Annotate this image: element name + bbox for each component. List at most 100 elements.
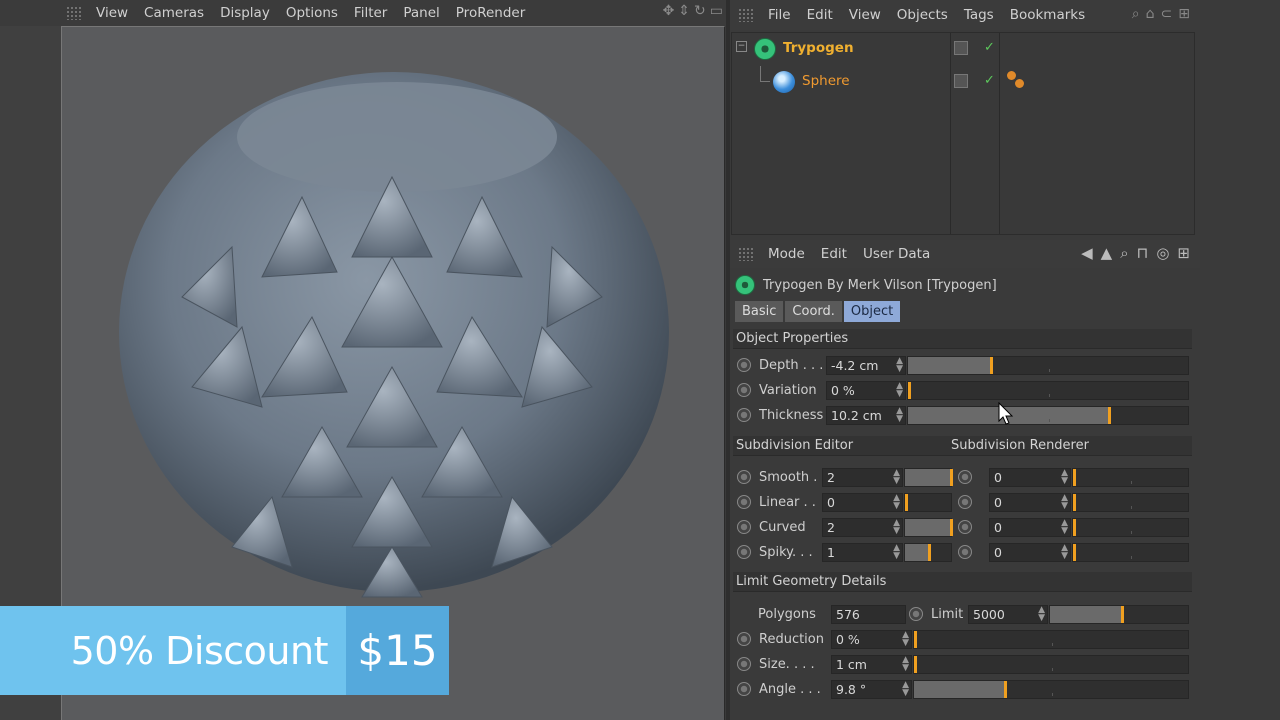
subdivision-editor-heading[interactable]: Subdivision Editor xyxy=(736,438,853,453)
linear-slider[interactable] xyxy=(904,493,952,512)
animate-radio[interactable] xyxy=(737,520,751,534)
animate-radio[interactable] xyxy=(737,682,751,696)
object-row-sphere[interactable]: Sphere ✓ xyxy=(732,66,1194,98)
curved-render-slider[interactable] xyxy=(1072,518,1189,537)
menu-prorender[interactable]: ProRender xyxy=(448,0,533,26)
size-slider[interactable] xyxy=(913,655,1189,674)
menu-bookmarks[interactable]: Bookmarks xyxy=(1002,2,1093,28)
menu-cameras[interactable]: Cameras xyxy=(136,0,212,26)
thickness-slider[interactable] xyxy=(907,406,1189,425)
menu-panel[interactable]: Panel xyxy=(395,0,447,26)
menu-edit[interactable]: Edit xyxy=(813,241,855,267)
menu-view[interactable]: View xyxy=(88,0,136,26)
spiky-render-slider[interactable] xyxy=(1072,543,1189,562)
tab-coord[interactable]: Coord. xyxy=(785,301,842,322)
reduction-slider[interactable] xyxy=(913,630,1189,649)
menu-file[interactable]: File xyxy=(760,2,799,28)
material-tag-icon[interactable] xyxy=(1005,69,1027,91)
grip-icon[interactable] xyxy=(738,8,754,22)
animate-radio[interactable] xyxy=(737,383,751,397)
depth-field[interactable]: -4.2 cm ▲ ▼ xyxy=(826,356,906,375)
spiky-slider[interactable] xyxy=(904,543,952,562)
linear-render-field[interactable]: 0 ▲ ▼ xyxy=(989,493,1071,512)
back-arrow-icon[interactable]: ◀ xyxy=(1081,244,1093,262)
maximize-view-icon[interactable]: ▭ xyxy=(710,3,723,19)
angle-slider[interactable] xyxy=(913,680,1189,699)
grip-icon[interactable] xyxy=(738,247,754,261)
smooth-field[interactable]: 2 ▲ ▼ xyxy=(822,468,903,487)
visibility-toggle[interactable] xyxy=(954,41,968,55)
size-field[interactable]: 1 cm ▲ ▼ xyxy=(831,655,912,674)
angle-field[interactable]: 9.8 ° ▲ ▼ xyxy=(831,680,912,699)
new-panel-icon[interactable]: ⊞ xyxy=(1177,244,1190,262)
object-name[interactable]: Trypogen xyxy=(783,40,854,56)
tab-basic[interactable]: Basic xyxy=(735,301,784,322)
menu-tags[interactable]: Tags xyxy=(956,2,1002,28)
target-icon[interactable]: ◎ xyxy=(1156,244,1169,262)
animate-radio[interactable] xyxy=(737,632,751,646)
linear-field[interactable]: 0 ▲ ▼ xyxy=(822,493,903,512)
search-icon[interactable]: ⌕ xyxy=(1132,6,1140,22)
rotate-view-icon[interactable]: ↻ xyxy=(694,3,706,19)
animate-radio[interactable] xyxy=(737,408,751,422)
search-icon[interactable]: ⌕ xyxy=(1120,244,1128,262)
smooth-render-field[interactable]: 0 ▲ ▼ xyxy=(989,468,1071,487)
menu-edit[interactable]: Edit xyxy=(799,2,841,28)
variation-field[interactable]: 0 % ▲ ▼ xyxy=(826,381,906,400)
menu-user-data[interactable]: User Data xyxy=(855,241,938,267)
object-name[interactable]: Sphere xyxy=(802,73,850,89)
subdivision-renderer-heading[interactable]: Subdivision Renderer xyxy=(951,436,1089,456)
section-limit-geometry[interactable]: Limit Geometry Details xyxy=(733,572,1192,592)
animate-radio[interactable] xyxy=(737,545,751,559)
grip-icon[interactable] xyxy=(66,6,82,20)
animate-radio[interactable] xyxy=(737,495,751,509)
visibility-toggle[interactable] xyxy=(954,74,968,88)
param-polygons: Polygons xyxy=(737,603,816,625)
home-icon[interactable]: ⌂ xyxy=(1146,6,1155,22)
thickness-field[interactable]: 10.2 cm ▲ ▼ xyxy=(826,406,906,425)
menu-display[interactable]: Display xyxy=(212,0,278,26)
spiky-field[interactable]: 1 ▲ ▼ xyxy=(822,543,903,562)
dolly-view-icon[interactable]: ⇕ xyxy=(678,3,690,19)
up-arrow-icon[interactable]: ▲ xyxy=(1101,244,1113,262)
animate-radio[interactable] xyxy=(737,657,751,671)
panel-separator[interactable] xyxy=(726,0,730,720)
lock-icon[interactable]: ⊓ xyxy=(1137,244,1149,262)
new-panel-icon[interactable]: ⊞ xyxy=(1178,6,1190,22)
menu-filter[interactable]: Filter xyxy=(346,0,395,26)
curved-render-field[interactable]: 0 ▲ ▼ xyxy=(989,518,1071,537)
collapse-icon[interactable]: − xyxy=(736,41,747,52)
animate-radio[interactable] xyxy=(909,607,923,621)
object-row-trypogen[interactable]: − Trypogen ✓ xyxy=(732,33,1194,65)
menu-options[interactable]: Options xyxy=(278,0,346,26)
link-icon[interactable]: ⊂ xyxy=(1161,6,1173,22)
curved-slider[interactable] xyxy=(904,518,953,537)
depth-slider[interactable] xyxy=(907,356,1189,375)
variation-slider[interactable] xyxy=(907,381,1189,400)
enabled-check-icon[interactable]: ✓ xyxy=(984,40,995,55)
render-animate-radio[interactable] xyxy=(958,495,972,509)
animate-radio[interactable] xyxy=(737,358,751,372)
enabled-check-icon[interactable]: ✓ xyxy=(984,73,995,88)
limit-field[interactable]: 5000 ▲ ▼ xyxy=(968,605,1048,624)
smooth-render-slider[interactable] xyxy=(1072,468,1189,487)
menu-mode[interactable]: Mode xyxy=(760,241,813,267)
curved-field[interactable]: 2 ▲ ▼ xyxy=(822,518,903,537)
animate-radio[interactable] xyxy=(737,470,751,484)
move-view-icon[interactable]: ✥ xyxy=(663,3,675,19)
render-animate-radio[interactable] xyxy=(958,520,972,534)
limit-slider[interactable] xyxy=(1049,605,1189,624)
smooth-slider[interactable] xyxy=(904,468,953,487)
menu-objects[interactable]: Objects xyxy=(889,2,956,28)
param-linear: Linear . . xyxy=(737,491,816,513)
linear-render-slider[interactable] xyxy=(1072,493,1189,512)
attribute-tabs: Basic Coord. Object xyxy=(735,301,901,322)
menu-view[interactable]: View xyxy=(841,2,889,28)
render-animate-radio[interactable] xyxy=(958,545,972,559)
reduction-field[interactable]: 0 % ▲ ▼ xyxy=(831,630,912,649)
tab-object[interactable]: Object xyxy=(843,301,901,322)
render-animate-radio[interactable] xyxy=(958,470,972,484)
section-object-properties[interactable]: Object Properties xyxy=(733,329,1192,349)
spiky-render-field[interactable]: 0 ▲ ▼ xyxy=(989,543,1071,562)
field-value: 0 xyxy=(994,470,1002,485)
